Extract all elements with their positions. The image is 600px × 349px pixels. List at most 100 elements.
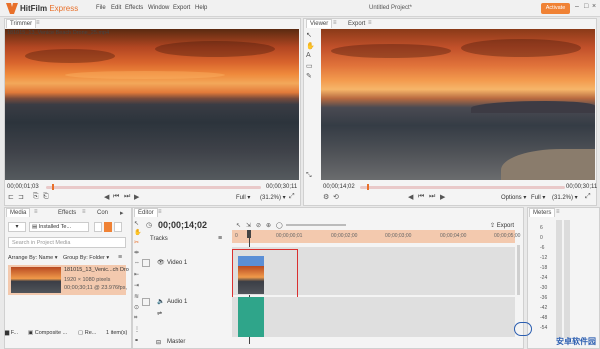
- timeline-select-icon[interactable]: ↖: [236, 222, 241, 229]
- menu-edit[interactable]: Edit: [111, 5, 121, 11]
- list-view-icon[interactable]: ≡: [118, 254, 122, 261]
- media-btn-3[interactable]: [114, 222, 122, 232]
- trimmer-full-select[interactable]: Full ▾: [236, 194, 250, 201]
- tab-meters[interactable]: Meters: [529, 208, 556, 217]
- prev-frame-icon[interactable]: ◀: [104, 193, 109, 201]
- timeline-scrollbar[interactable]: [517, 245, 520, 295]
- audio-track-lane[interactable]: [232, 297, 515, 337]
- fullscreen-icon[interactable]: ⤢: [289, 193, 295, 201]
- link-tool-icon[interactable]: ⚭: [134, 337, 139, 344]
- eye-icon[interactable]: 👁: [157, 259, 165, 266]
- zoom-slider[interactable]: [286, 224, 346, 226]
- new-composite-button[interactable]: ▣ Composite ...: [28, 330, 67, 336]
- trimmer-zoom[interactable]: (31.2%) ▾: [260, 194, 286, 201]
- arrange-by-select[interactable]: Arrange By: Name ▾: [8, 255, 58, 261]
- media-tab-menu-icon[interactable]: ≡: [34, 209, 38, 215]
- viewer-zoom[interactable]: (31.2%) ▾: [552, 194, 578, 201]
- roll-tool-icon[interactable]: ⇥: [134, 282, 139, 289]
- audio-track-checkbox[interactable]: [142, 298, 150, 306]
- viewer-prev-icon[interactable]: ◀: [408, 193, 413, 201]
- tab-trimmer[interactable]: Trimmer: [6, 19, 37, 28]
- viewer-fullscreen-icon[interactable]: ⤢: [585, 193, 591, 201]
- editor-tab-menu-icon[interactable]: ≡: [158, 209, 162, 215]
- import-button[interactable]: ▾: [8, 222, 26, 232]
- razor-tool-icon[interactable]: ✂: [134, 239, 139, 246]
- menu-export[interactable]: Export: [173, 5, 190, 11]
- overlay-icon[interactable]: ⎗: [43, 193, 49, 201]
- viewer-play-icon[interactable]: ▶: [440, 193, 445, 201]
- tab-media[interactable]: Media: [6, 208, 31, 217]
- rate-tool-icon[interactable]: ≋: [134, 293, 139, 300]
- viewer-playhead[interactable]: [367, 184, 369, 190]
- viewer-tab-menu-icon[interactable]: ≡: [333, 20, 337, 26]
- export-tab-menu-icon[interactable]: ≡: [368, 20, 372, 26]
- media-search-input[interactable]: Search in Project Media: [8, 237, 126, 248]
- activate-button[interactable]: Activate: [541, 3, 570, 14]
- timeline-add-icon[interactable]: ⊕: [266, 222, 271, 229]
- hand-tool-icon[interactable]: ✋: [134, 229, 141, 236]
- viewer-step-forward-icon[interactable]: ⏭: [429, 193, 435, 201]
- video-track-checkbox[interactable]: [142, 259, 150, 267]
- insert-icon[interactable]: ⎘: [33, 193, 39, 201]
- trimmer-scrub-bar[interactable]: [46, 186, 261, 189]
- slide-tool-icon[interactable]: ⇔: [134, 260, 140, 266]
- step-back-icon[interactable]: ⏮: [113, 193, 119, 201]
- timeline-ruler[interactable]: [232, 230, 515, 243]
- close-icon[interactable]: ×: [592, 3, 596, 10]
- ripple-tool-icon[interactable]: ⇤: [134, 271, 139, 278]
- minimize-icon[interactable]: –: [575, 3, 579, 10]
- menu-effects[interactable]: Effects: [125, 5, 143, 11]
- media-more-icon[interactable]: ▸: [120, 209, 124, 217]
- tracks-menu-icon[interactable]: ≡: [218, 235, 222, 242]
- set-out-icon[interactable]: ⊐: [18, 193, 24, 201]
- mask-tool-icon[interactable]: ▭: [306, 62, 313, 70]
- tab-viewer[interactable]: Viewer: [306, 19, 333, 28]
- menu-file[interactable]: File: [96, 5, 106, 11]
- snap-tool-icon[interactable]: ⊙: [134, 304, 139, 311]
- media-btn-1[interactable]: [94, 222, 102, 232]
- timeline-playhead-handle[interactable]: [247, 230, 251, 238]
- remove-button[interactable]: ▢ Re...: [78, 330, 96, 336]
- select-tool-icon[interactable]: ↖: [134, 220, 139, 227]
- track-tool-icon[interactable]: ⌗: [134, 315, 137, 322]
- editor-export-button[interactable]: ⇪ Export: [490, 222, 514, 229]
- slip-tool-icon[interactable]: ⇹: [134, 249, 139, 256]
- maximize-icon[interactable]: □: [584, 3, 588, 10]
- viewer-options-select[interactable]: Options ▾: [501, 194, 526, 201]
- speaker-icon[interactable]: 🔈: [157, 298, 164, 305]
- select-tool-icon[interactable]: ↖: [306, 31, 312, 39]
- viewer-step-back-icon[interactable]: ⏮: [418, 193, 424, 201]
- timeline-zoom-icon[interactable]: ◯: [276, 222, 283, 229]
- viewer-scrub-bar[interactable]: [360, 186, 565, 189]
- timeline-snap-icon[interactable]: ⊘: [256, 222, 261, 229]
- set-in-icon[interactable]: ⊏: [8, 193, 14, 201]
- viewer-settings-icon[interactable]: ⚙: [323, 193, 329, 201]
- tab-export[interactable]: Export: [348, 21, 365, 27]
- trimmer-playhead[interactable]: [52, 184, 54, 190]
- text-tool-icon[interactable]: A: [306, 52, 311, 59]
- installed-templates-select[interactable]: ▤ Installed Te...: [29, 222, 89, 232]
- media-btn-2[interactable]: [104, 222, 112, 232]
- viewer-full-select[interactable]: Full ▾: [531, 194, 545, 201]
- menu-help[interactable]: Help: [195, 5, 207, 11]
- expand-icon[interactable]: ⤡: [306, 172, 312, 180]
- menu-window[interactable]: Window: [148, 5, 169, 11]
- tab-editor[interactable]: Editor: [134, 208, 158, 217]
- editor-timecode[interactable]: 00;00;14;02: [158, 220, 207, 230]
- hand-tool-icon[interactable]: ✋: [306, 42, 315, 50]
- audio-clip[interactable]: [238, 297, 264, 337]
- group-by-select[interactable]: Group By: Folder ▾: [63, 255, 109, 261]
- timeline-hand-icon[interactable]: ⇲: [246, 222, 251, 229]
- step-forward-icon[interactable]: ⏭: [124, 193, 130, 201]
- play-icon[interactable]: ▶: [134, 193, 139, 201]
- tab-effects[interactable]: Effects: [58, 210, 76, 216]
- tab-controls[interactable]: Con: [97, 210, 108, 216]
- meters-tab-menu-icon[interactable]: ≡: [556, 209, 560, 215]
- effects-tab-menu-icon[interactable]: ≡: [82, 209, 86, 215]
- viewer-loop-icon[interactable]: ⟲: [333, 193, 339, 201]
- new-folder-button[interactable]: ▆ F...: [5, 330, 18, 336]
- audio-sync-icon[interactable]: ⇌: [157, 310, 162, 317]
- tab-menu-icon[interactable]: ≡: [36, 20, 40, 26]
- marker-tool-icon[interactable]: ⋮: [134, 326, 140, 333]
- paint-tool-icon[interactable]: ✎: [306, 72, 312, 80]
